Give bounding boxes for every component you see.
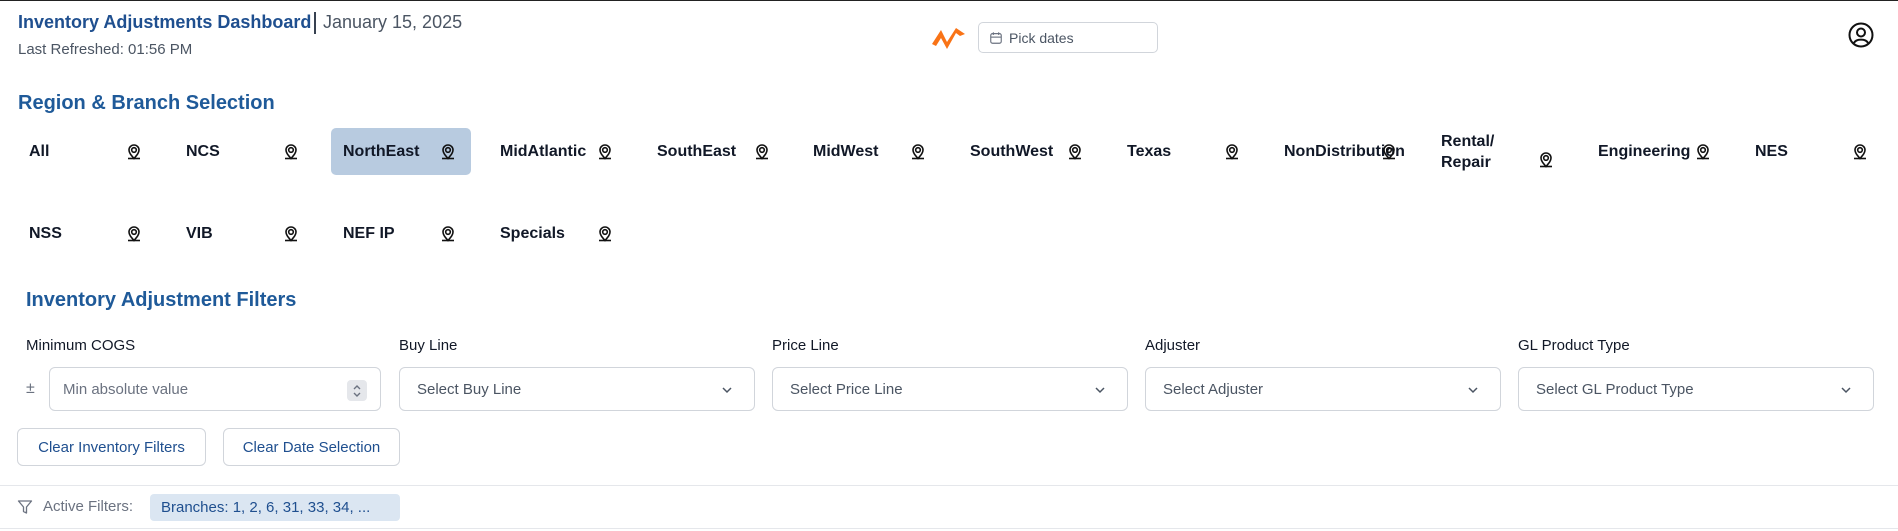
min-cogs-label: Minimum COGS (26, 337, 136, 354)
adjuster-label: Adjuster (1145, 337, 1201, 354)
map-pin-icon (1854, 143, 1866, 160)
map-pin-icon (599, 143, 611, 160)
adjuster-select[interactable]: Select Adjuster (1145, 367, 1501, 411)
region-button-label: VIB (186, 225, 213, 242)
map-pin-icon (756, 143, 768, 160)
map-pin-icon (442, 143, 454, 160)
map-pin-icon (128, 143, 140, 160)
price-line-label: Price Line (772, 337, 839, 354)
region-button-label: NES (1755, 143, 1788, 160)
map-pin-icon (1540, 151, 1552, 168)
region-button-nef-ip[interactable]: NEF IP (331, 210, 471, 257)
calendar-icon (990, 31, 1002, 44)
number-stepper[interactable] (347, 380, 367, 401)
region-button-nondistribution[interactable]: NonDistribution (1272, 128, 1412, 175)
dashboard-title: Inventory Adjustments Dashboard (18, 12, 312, 32)
region-button-southwest[interactable]: SouthWest (958, 128, 1098, 175)
region-button-label: MidWest (813, 143, 879, 160)
gl-product-type-select-text: Select GL Product Type (1536, 380, 1694, 398)
chevron-down-icon (1095, 387, 1105, 394)
map-pin-icon (1697, 143, 1709, 160)
date-picker[interactable] (978, 22, 1158, 53)
min-cogs-field[interactable] (49, 367, 381, 411)
gl-product-type-select[interactable]: Select GL Product Type (1518, 367, 1874, 411)
stepper-up-icon[interactable] (352, 384, 362, 391)
map-pin-icon (1069, 143, 1081, 160)
region-button-texas[interactable]: Texas (1115, 128, 1255, 175)
last-refreshed-text: Last Refreshed: 01:56 PM (18, 41, 193, 58)
region-button-label: All (29, 143, 50, 160)
bottom-divider (0, 528, 1898, 529)
region-button-engineering[interactable]: Engineering (1586, 128, 1726, 175)
region-button-all[interactable]: All (17, 128, 157, 175)
price-line-select[interactable]: Select Price Line (772, 367, 1128, 411)
map-pin-icon (1226, 143, 1238, 160)
buy-line-label: Buy Line (399, 337, 458, 354)
region-button-midatlantic[interactable]: MidAtlantic (488, 128, 628, 175)
map-pin-icon (128, 225, 140, 242)
brand-logo-icon (932, 28, 965, 49)
clear-date-selection-button[interactable]: Clear Date Selection (223, 428, 400, 466)
active-filters-label: Active Filters: (43, 498, 134, 515)
region-button-label: Texas (1127, 143, 1172, 160)
map-pin-icon (285, 225, 297, 242)
region-button-label: Engineering (1598, 143, 1691, 160)
stepper-down-icon[interactable] (352, 391, 362, 398)
region-button-vib[interactable]: VIB (174, 210, 314, 257)
map-pin-icon (442, 225, 454, 242)
plus-minus-prefix: ± (26, 380, 35, 397)
region-button-label: NSS (29, 225, 62, 242)
map-pin-icon (912, 143, 924, 160)
region-button-nss[interactable]: NSS (17, 210, 157, 257)
dashboard-date: January 15, 2025 (323, 12, 463, 32)
region-button-ncs[interactable]: NCS (174, 128, 314, 175)
region-button-rental-repair[interactable]: Rental/ Repair (1429, 128, 1569, 175)
region-button-label: Specials (500, 225, 565, 242)
adjuster-select-text: Select Adjuster (1163, 380, 1264, 398)
chevron-down-icon (722, 387, 732, 394)
map-pin-icon (599, 225, 611, 242)
gl-product-type-label: GL Product Type (1518, 337, 1630, 354)
window-top-border (0, 0, 1898, 1)
active-filter-chip[interactable]: Branches: 1, 2, 6, 31, 33, 34, ... (150, 494, 400, 521)
buy-line-select-text: Select Buy Line (417, 380, 522, 398)
buy-line-select[interactable]: Select Buy Line (399, 367, 755, 411)
region-button-label: NorthEast (343, 143, 420, 160)
region-button-southeast[interactable]: SouthEast (645, 128, 785, 175)
region-button-specials[interactable]: Specials (488, 210, 628, 257)
region-button-label: NCS (186, 143, 220, 160)
region-button-label: MidAtlantic (500, 143, 587, 160)
map-pin-icon (285, 143, 297, 160)
region-button-label: Rental/ Repair (1441, 132, 1495, 171)
active-filters-divider (0, 485, 1898, 486)
region-button-label: SouthEast (657, 143, 737, 160)
chevron-down-icon (1841, 387, 1851, 394)
user-account-icon[interactable] (1848, 22, 1874, 48)
filters-section-title: Inventory Adjustment Filters (26, 289, 297, 311)
chevron-down-icon (1468, 387, 1478, 394)
title-separator (314, 12, 316, 34)
clear-inventory-filters-button[interactable]: Clear Inventory Filters (17, 428, 206, 466)
region-button-label: SouthWest (970, 143, 1054, 160)
region-button-northeast[interactable]: NorthEast (331, 128, 471, 175)
price-line-select-text: Select Price Line (790, 380, 903, 398)
region-section-title: Region & Branch Selection (18, 92, 275, 114)
region-button-nes[interactable]: NES (1743, 128, 1883, 175)
filter-icon (17, 500, 33, 514)
map-pin-icon (1383, 143, 1395, 160)
region-button-label: NEF IP (343, 225, 395, 242)
region-button-midwest[interactable]: MidWest (801, 128, 941, 175)
min-cogs-input[interactable] (63, 380, 333, 398)
date-picker-input[interactable] (1009, 29, 1149, 46)
